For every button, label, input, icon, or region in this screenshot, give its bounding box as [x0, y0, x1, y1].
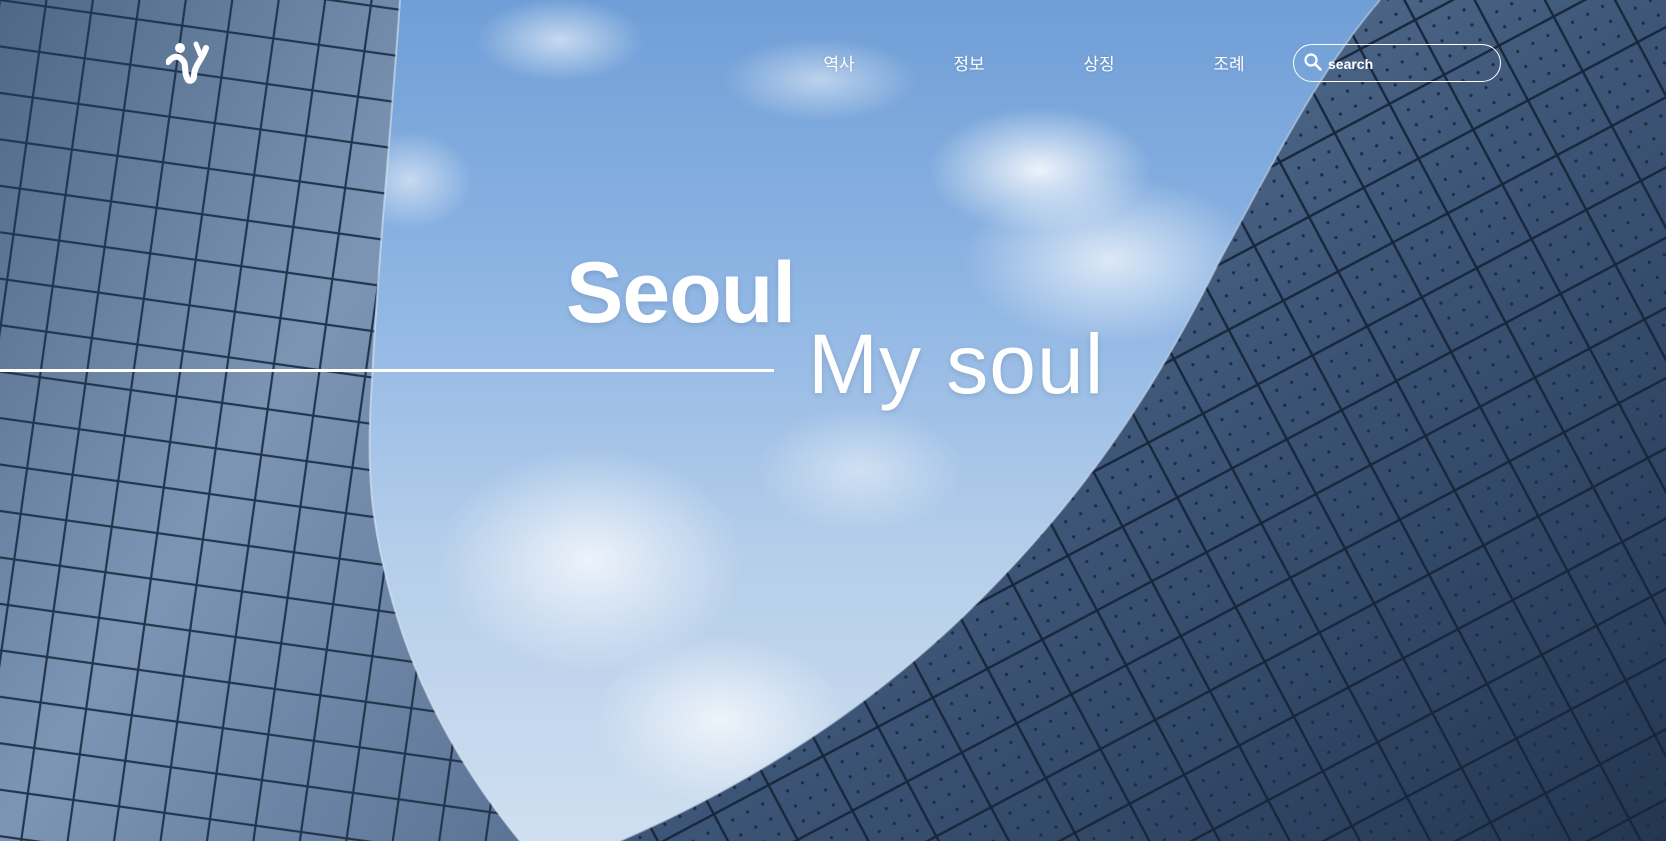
building-facade-image: [0, 0, 1666, 841]
search-icon[interactable]: [1303, 52, 1323, 72]
hero-title: Seoul: [566, 245, 796, 341]
nav-item-symbols[interactable]: 상징: [1059, 52, 1139, 78]
hero-section: 역사 정보 상징 조례 Seoul My soul: [0, 0, 1666, 841]
search-input[interactable]: [1326, 51, 1495, 77]
nav-item-history[interactable]: 역사: [799, 52, 879, 78]
hero-subtitle: My soul: [808, 317, 1105, 411]
search-box[interactable]: [1293, 44, 1501, 82]
nav-item-ordinances[interactable]: 조례: [1189, 52, 1269, 78]
nav-item-info[interactable]: 정보: [929, 52, 1009, 78]
divider-line: [0, 369, 774, 372]
